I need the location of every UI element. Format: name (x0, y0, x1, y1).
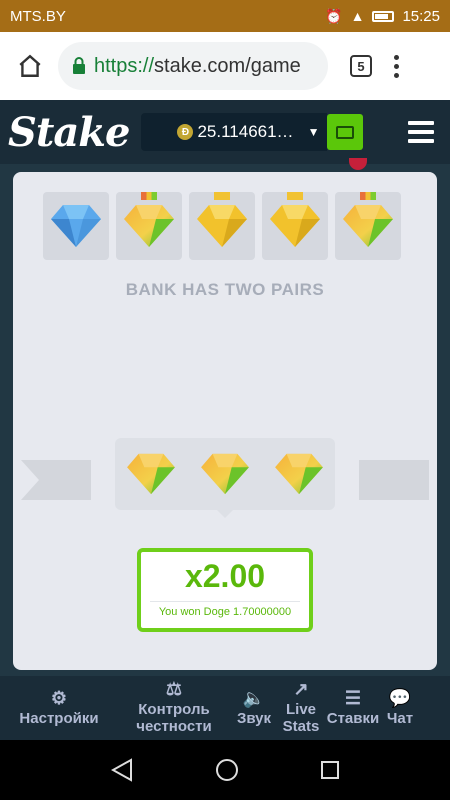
gem-ribbon (360, 192, 376, 200)
live-stats-label: Live Stats (282, 701, 320, 735)
android-nav-bar (0, 740, 450, 800)
divider (150, 601, 300, 602)
live-stats-button[interactable]: ↗ Live Stats (278, 679, 324, 735)
bank-gem-slot (262, 192, 328, 260)
bank-gem-slot (116, 192, 182, 260)
battery-icon (372, 10, 395, 22)
player-gem (195, 444, 255, 504)
carrier-name: MTS.BY (10, 7, 66, 25)
win-message: You won Doge 1.70000000 (158, 606, 292, 618)
sound-label: Звук (236, 709, 272, 727)
bank-gem-slot (189, 192, 255, 260)
gem-ribbon (287, 192, 303, 200)
bets-button[interactable]: ☰ Ставки (324, 687, 382, 727)
game-panel: BANK HAS TWO PAIRS x2.00 You won Doge 1.… (13, 172, 437, 670)
site-header: Stake Đ 25.114661… ▼ (0, 100, 450, 164)
chat-icon: 💬 (388, 687, 412, 708)
gem-ribbon (141, 192, 157, 200)
android-status-bar: MTS.BY ⏰ ▲ 15:25 (0, 0, 450, 32)
address-bar[interactable]: https://stake.com/game (58, 42, 328, 90)
bank-gem-slot (335, 192, 401, 260)
stake-logo[interactable]: Stake (8, 109, 130, 156)
alarm-icon: ⏰ (325, 7, 343, 24)
doge-coin-icon: Đ (177, 124, 194, 140)
home-icon (19, 54, 41, 77)
hand-pointer (217, 510, 233, 518)
player-gem (269, 444, 329, 504)
orange-gem-icon (124, 205, 174, 247)
speaker-icon: 🔈 (242, 687, 266, 708)
wallet-icon (336, 125, 355, 139)
bank-gem-slot (43, 192, 109, 260)
lock-icon (73, 57, 85, 74)
chat-button[interactable]: 💬 Чат (382, 687, 418, 727)
sound-button[interactable]: 🔈 Звук (230, 687, 278, 727)
gold-gem-icon (270, 205, 320, 247)
game-controls-bar: ⚙ Настройки ⚖ Контроль честности 🔈 Звук ↗… (0, 676, 450, 740)
browser-menu-button[interactable] (394, 54, 399, 78)
list-icon: ☰ (344, 687, 362, 708)
recents-icon[interactable] (320, 761, 339, 779)
chat-label: Чат (386, 709, 414, 727)
settings-label: Настройки (19, 709, 99, 727)
wallet-button[interactable] (327, 114, 364, 150)
gem-ribbon (214, 192, 230, 200)
orange-gem-icon (275, 453, 323, 495)
win-result-box: x2.00 You won Doge 1.70000000 (137, 548, 313, 632)
banner-left (21, 460, 91, 500)
bank-hand (43, 192, 401, 260)
gear-icon: ⚙ (50, 687, 68, 708)
orange-gem-icon (201, 453, 249, 495)
settings-button[interactable]: ⚙ Настройки (0, 687, 118, 727)
gold-gem-icon (197, 205, 247, 247)
browser-toolbar: https://stake.com/game 5 (0, 32, 450, 100)
balance-value: 25.114661… (197, 122, 294, 141)
bank-status-text: BANK HAS TWO PAIRS (125, 280, 325, 299)
home-nav-icon[interactable] (215, 759, 238, 781)
player-gem (121, 444, 181, 504)
clock: 15:25 (402, 7, 440, 25)
back-icon[interactable] (111, 758, 133, 782)
signal-icon: ▲ (350, 8, 365, 24)
win-multiplier: x2.00 (184, 558, 266, 594)
url-host: stake.com/game (154, 54, 301, 77)
fairness-button[interactable]: ⚖ Контроль честности (118, 679, 230, 735)
home-button[interactable] (12, 48, 48, 84)
fairness-label: Контроль честности (136, 701, 212, 735)
banner-right (359, 460, 429, 500)
bets-label: Ставки (326, 709, 380, 727)
url-scheme: https:// (94, 54, 155, 77)
scales-icon: ⚖ (165, 679, 183, 699)
tab-switcher-button[interactable]: 5 (350, 55, 372, 77)
blue-gem-icon (51, 205, 101, 247)
trend-icon: ↗ (293, 679, 309, 699)
hamburger-menu-button[interactable] (408, 121, 434, 143)
balance-selector[interactable]: Đ 25.114661… ▼ (141, 113, 328, 151)
orange-gem-icon (343, 205, 393, 247)
player-hand (115, 438, 335, 518)
chevron-down-icon: ▼ (307, 125, 320, 139)
orange-gem-icon (127, 453, 175, 495)
